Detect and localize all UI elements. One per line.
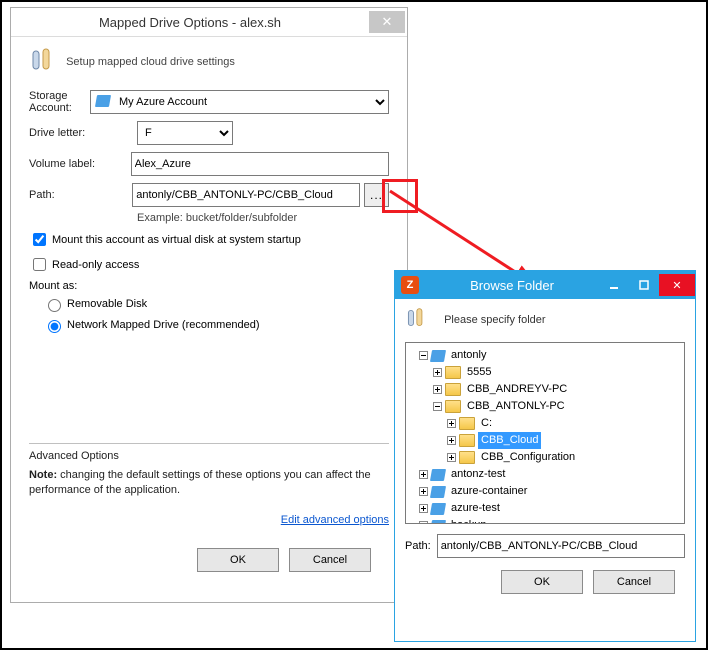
advanced-note: Note: changing the default settings of t… xyxy=(29,468,389,498)
dlg1-titlebar: Mapped Drive Options - alex.sh ✕ xyxy=(11,8,407,37)
folder-icon xyxy=(445,400,461,413)
removable-disk-label: Removable Disk xyxy=(67,298,147,310)
path-label: Path: xyxy=(405,540,431,552)
settings-icon xyxy=(29,47,55,76)
dlg2-title: Browse Folder xyxy=(425,278,599,293)
expand-icon[interactable] xyxy=(432,367,443,378)
readonly-label: Read-only access xyxy=(52,259,139,271)
dlg2-subtitle: Please specify folder xyxy=(444,314,546,326)
expand-icon[interactable] xyxy=(446,452,457,463)
minimize-button[interactable] xyxy=(599,274,629,296)
advanced-note-text: changing the default settings of these o… xyxy=(29,469,371,496)
container-icon xyxy=(431,350,445,362)
close-button[interactable]: ✕ xyxy=(659,274,695,296)
mount-startup-label: Mount this account as virtual disk at sy… xyxy=(52,234,301,246)
browse-folder-dialog: Z Browse Folder ✕ Please specify folder xyxy=(394,270,696,642)
expand-icon[interactable] xyxy=(418,486,429,497)
readonly-checkbox[interactable] xyxy=(33,258,46,271)
drive-letter-select[interactable]: F xyxy=(137,121,233,145)
ok-button[interactable]: OK xyxy=(197,548,279,572)
expand-icon[interactable] xyxy=(418,520,429,524)
tree-node-c-drive[interactable]: C: xyxy=(446,415,682,432)
collapse-icon[interactable] xyxy=(418,350,429,361)
folder-icon xyxy=(459,434,475,447)
folder-icon xyxy=(445,383,461,396)
advanced-note-strong: Note: xyxy=(29,469,57,481)
container-icon xyxy=(431,520,445,525)
folder-icon xyxy=(445,366,461,379)
dlg2-titlebar: Z Browse Folder ✕ xyxy=(395,271,695,299)
settings-icon xyxy=(405,307,427,332)
container-icon xyxy=(431,469,445,481)
network-drive-label: Network Mapped Drive (recommended) xyxy=(67,319,260,331)
azure-icon xyxy=(96,95,110,107)
storage-account-select[interactable]: My Azure Account xyxy=(90,90,389,114)
tree-node-azure-container[interactable]: azure-container xyxy=(418,483,682,500)
folder-tree[interactable]: antonly 5555 CBB_ANDREYV-PC CBB_ANTONLY-… xyxy=(405,342,685,524)
path-input[interactable] xyxy=(132,183,360,207)
maximize-button[interactable] xyxy=(629,274,659,296)
path-example: Example: bucket/folder/subfolder xyxy=(137,212,389,224)
container-icon xyxy=(431,486,445,498)
expand-icon[interactable] xyxy=(446,435,457,446)
folder-icon xyxy=(459,451,475,464)
mount-startup-checkbox[interactable] xyxy=(33,233,46,246)
tree-node-antonly-pc[interactable]: CBB_ANTONLY-PC xyxy=(432,398,682,415)
drive-letter-label: Drive letter: xyxy=(29,127,137,139)
app-icon: Z xyxy=(401,276,419,294)
cancel-button[interactable]: Cancel xyxy=(593,570,675,594)
path-input[interactable] xyxy=(437,534,685,558)
storage-account-label: Storage Account: xyxy=(29,90,90,114)
network-drive-radio[interactable] xyxy=(48,320,61,333)
edit-advanced-options-link[interactable]: Edit advanced options xyxy=(281,514,389,526)
mount-as-label: Mount as: xyxy=(29,280,389,292)
cancel-button[interactable]: Cancel xyxy=(289,548,371,572)
folder-icon xyxy=(459,417,475,430)
dlg1-title: Mapped Drive Options - alex.sh xyxy=(11,15,369,30)
tree-node-5555[interactable]: 5555 xyxy=(432,364,682,381)
tree-node-cbb-config[interactable]: CBB_Configuration xyxy=(446,449,682,466)
collapse-icon[interactable] xyxy=(432,401,443,412)
tree-node-azure-test[interactable]: azure-test xyxy=(418,500,682,517)
tree-node-cbb-cloud[interactable]: CBB_Cloud xyxy=(446,432,682,449)
dlg1-subtitle: Setup mapped cloud drive settings xyxy=(66,56,235,68)
expand-icon[interactable] xyxy=(418,503,429,514)
tree-node-andreyv[interactable]: CBB_ANDREYV-PC xyxy=(432,381,682,398)
tree-node-antonz-test[interactable]: antonz-test xyxy=(418,466,682,483)
close-button[interactable]: ✕ xyxy=(369,11,405,33)
ok-button[interactable]: OK xyxy=(501,570,583,594)
volume-label-label: Volume label: xyxy=(29,158,131,170)
volume-label-input[interactable] xyxy=(131,152,389,176)
expand-icon[interactable] xyxy=(432,384,443,395)
tree-node-backup[interactable]: backup xyxy=(418,517,682,524)
mapped-drive-options-dialog: Mapped Drive Options - alex.sh ✕ Setup m… xyxy=(10,7,408,603)
tree-node-antonly[interactable]: antonly xyxy=(418,347,682,364)
container-icon xyxy=(431,503,445,515)
browse-button[interactable]: ... xyxy=(364,183,389,207)
advanced-options-heading: Advanced Options xyxy=(29,450,389,462)
expand-icon[interactable] xyxy=(446,418,457,429)
expand-icon[interactable] xyxy=(418,469,429,480)
path-label: Path: xyxy=(29,189,132,201)
removable-disk-radio[interactable] xyxy=(48,299,61,312)
